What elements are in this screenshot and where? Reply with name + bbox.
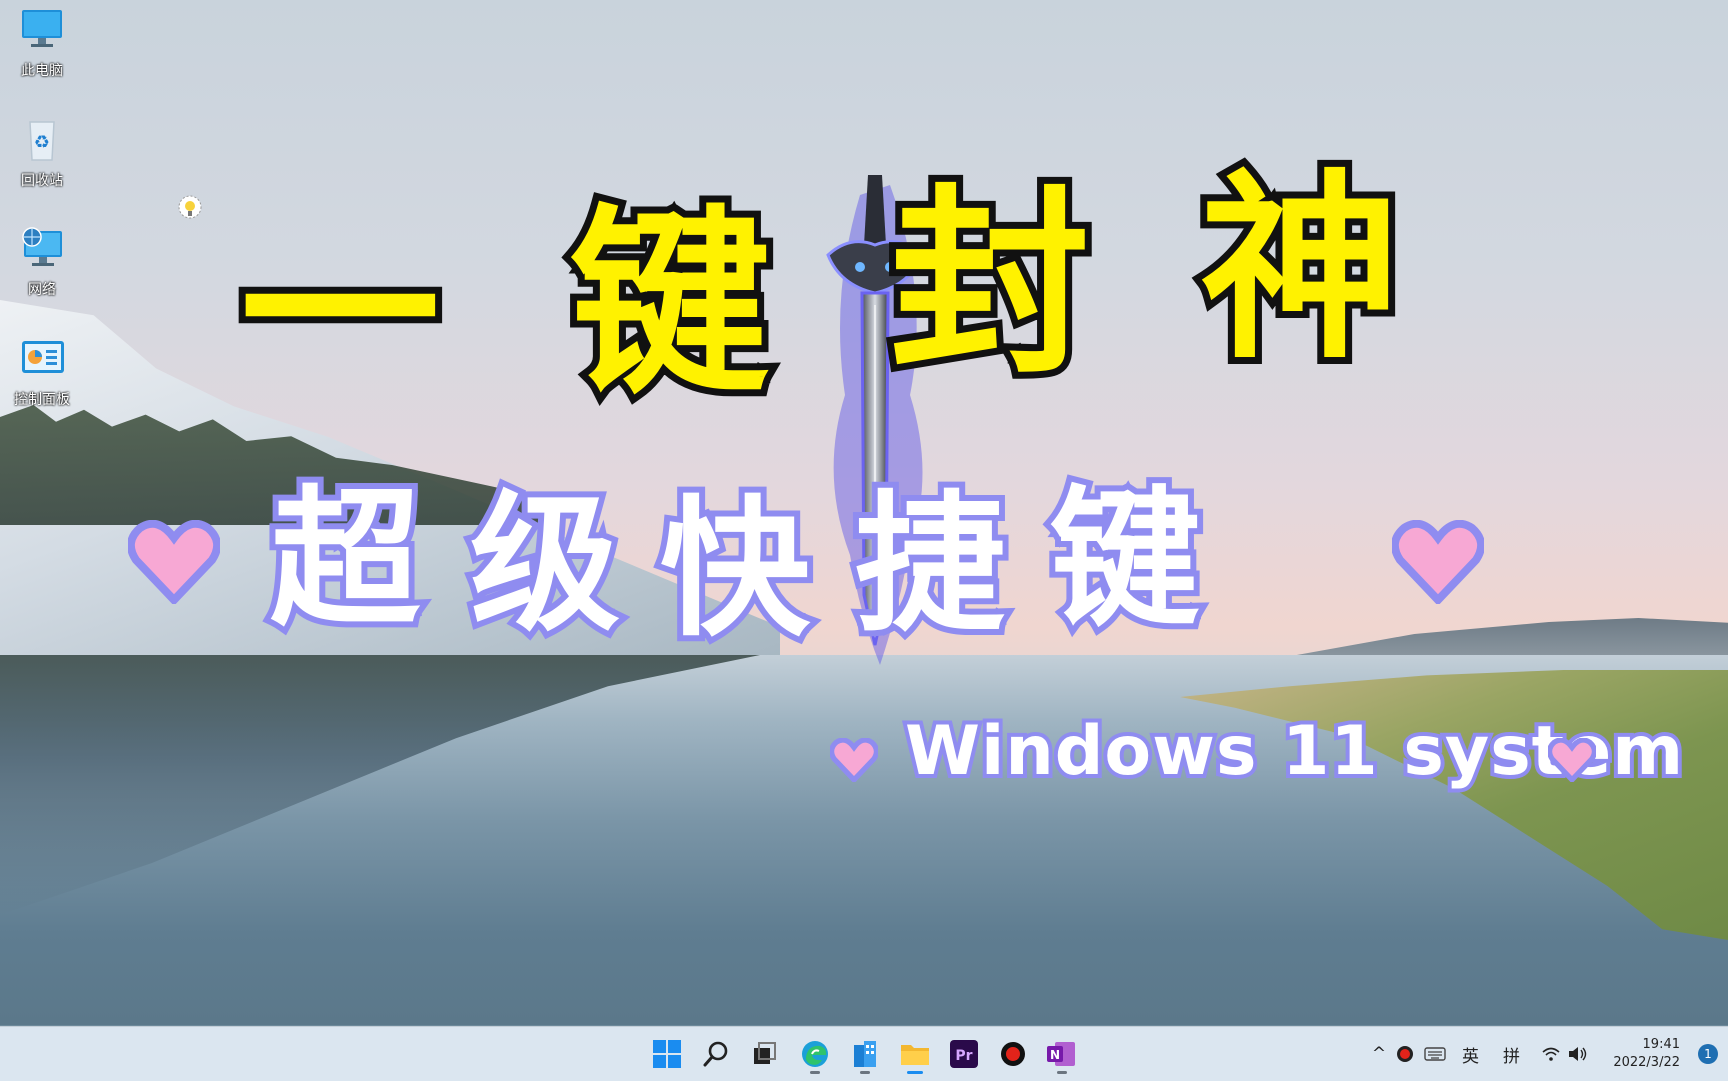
taskbar-app-file-explorer[interactable]: [894, 1033, 936, 1075]
this-pc-icon: [22, 10, 62, 47]
wallpaper-hill: [1280, 618, 1728, 658]
lightbulb-cursor-icon: [178, 195, 202, 219]
subtitle-char: 快: [654, 483, 816, 657]
taskbar-app-edge[interactable]: [794, 1033, 836, 1075]
title-char: 封: [883, 168, 1097, 401]
premiere-icon: Pr: [950, 1040, 978, 1068]
task-view-icon: [754, 1042, 776, 1064]
task-view-button[interactable]: [743, 1033, 785, 1075]
ime-language-indicator[interactable]: 英: [1462, 1042, 1479, 1067]
keyboard-icon[interactable]: [1424, 1046, 1446, 1062]
search-button[interactable]: [695, 1033, 737, 1075]
record-tray-icon[interactable]: [1396, 1045, 1414, 1063]
desktop-icon-control-panel[interactable]: 控制面板: [6, 337, 78, 409]
volume-icon[interactable]: [1568, 1046, 1588, 1062]
desktop-icon-this-pc[interactable]: 此电脑: [6, 8, 78, 80]
running-indicator: [860, 1071, 870, 1074]
taskbar: Pr N ^ 英 拼 19:41 2022/3/22 1: [0, 1026, 1728, 1081]
headline-subtitle: 超 级 快 捷 键: [260, 440, 1260, 656]
headline-title: 一 键 封 神: [233, 153, 1490, 431]
subtitle-char: 键: [1044, 473, 1206, 647]
edge-icon: [802, 1041, 828, 1067]
clock-time: 19:41: [1642, 1037, 1680, 1052]
wifi-icon[interactable]: [1542, 1046, 1560, 1062]
title-char: 神: [1193, 153, 1407, 386]
running-indicator: [907, 1071, 923, 1074]
heart-icon: [128, 520, 220, 604]
heart-icon: [1392, 520, 1484, 604]
clock-date: 2022/3/22: [1613, 1055, 1680, 1070]
record-icon: [1001, 1042, 1025, 1066]
title-char: 一: [233, 198, 447, 431]
svg-text:♻: ♻: [34, 132, 50, 153]
heart-icon: [830, 738, 878, 782]
desktop-icon-network[interactable]: 网络: [6, 227, 78, 299]
subtitle-char: 捷: [849, 478, 1011, 652]
onenote-label: N: [1050, 1048, 1060, 1062]
subtitle-char: 超: [264, 473, 426, 647]
taskbar-app-widgets[interactable]: [844, 1033, 886, 1075]
running-indicator: [1057, 1071, 1067, 1074]
desktop-icon-label: 控制面板: [14, 392, 70, 408]
subtitle-char: 级: [464, 478, 626, 652]
recycle-bin-icon: ♻: [29, 121, 55, 161]
network-icon: [22, 227, 62, 266]
desktop-icon-label: 网络: [28, 282, 56, 298]
onenote-icon: N: [1047, 1042, 1075, 1066]
title-char: 键: [563, 188, 777, 421]
premiere-label: Pr: [955, 1048, 972, 1064]
building-icon: [854, 1041, 876, 1067]
desktop-icon-label: 此电脑: [21, 63, 63, 79]
desktop-icon-recycle-bin[interactable]: ♻ 回收站: [6, 118, 78, 190]
taskbar-app-recorder[interactable]: [992, 1033, 1034, 1075]
search-icon: [703, 1041, 728, 1067]
desktop-icon-label: 回收站: [21, 173, 63, 189]
show-hidden-icons-chevron-icon[interactable]: ^: [1368, 1044, 1390, 1064]
system-clock[interactable]: 19:41 2022/3/22: [1600, 1036, 1680, 1072]
folder-icon: [901, 1045, 929, 1065]
notification-badge[interactable]: 1: [1698, 1044, 1718, 1064]
ime-mode-indicator[interactable]: 拼: [1503, 1042, 1520, 1067]
start-button[interactable]: [646, 1033, 688, 1075]
system-tray: ^ 英 拼: [1368, 1027, 1588, 1081]
running-indicator: [810, 1071, 820, 1074]
windows-start-icon: [653, 1040, 681, 1068]
heart-icon: [1548, 738, 1596, 782]
control-panel-icon: [22, 341, 64, 373]
taskbar-app-onenote[interactable]: N: [1041, 1033, 1083, 1075]
taskbar-app-premiere[interactable]: Pr: [943, 1033, 985, 1075]
